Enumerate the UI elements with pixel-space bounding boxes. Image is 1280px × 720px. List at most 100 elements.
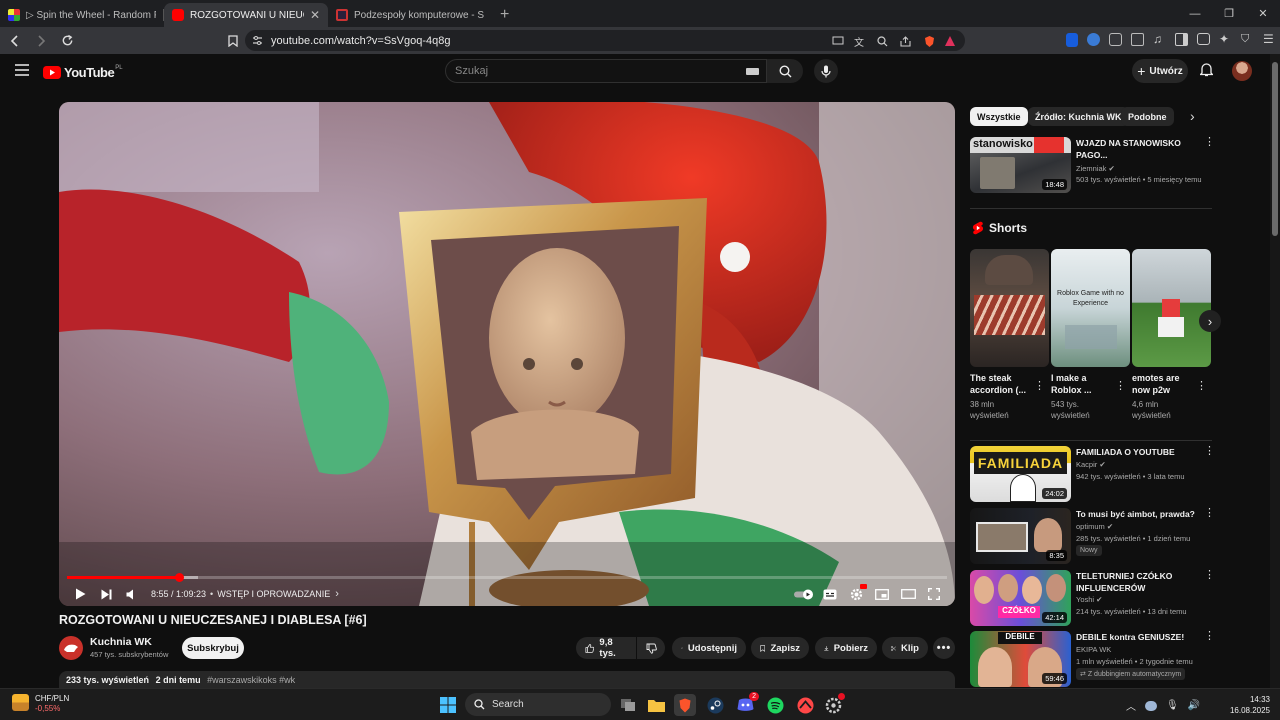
play-icon[interactable] xyxy=(67,584,93,604)
miniplayer-icon[interactable] xyxy=(869,584,895,604)
keyboard-icon[interactable] xyxy=(746,68,759,75)
brave-shield-icon[interactable] xyxy=(921,33,937,49)
like-button[interactable]: 9,8 tys. xyxy=(576,637,636,659)
more-vertical-icon[interactable]: ⋮ xyxy=(1204,137,1215,148)
spotify-icon[interactable] xyxy=(765,695,785,715)
discord-icon[interactable]: 2 xyxy=(735,692,759,715)
short-item[interactable]: The steak accordion (... 38 mln wyświetl… xyxy=(970,249,1049,421)
create-button[interactable]: + Utwórz xyxy=(1132,59,1188,83)
channel-name[interactable]: Yoshi ✔ xyxy=(1076,595,1102,604)
theater-mode-icon[interactable] xyxy=(895,584,921,604)
fullscreen-icon[interactable] xyxy=(921,584,947,604)
video-thumbnail[interactable]: DEBILE 59:46 xyxy=(970,631,1071,687)
list-item[interactable]: stanowisko 18:48 WJAZD NA STANOWISKO PAG… xyxy=(970,137,1215,193)
channel-name[interactable]: optimum ✔ xyxy=(1076,522,1113,531)
task-view-icon[interactable] xyxy=(618,695,638,715)
channel-avatar[interactable] xyxy=(59,636,83,660)
video-thumbnail[interactable]: 8:35 xyxy=(970,508,1071,564)
sidebar-toggle-icon[interactable] xyxy=(1175,33,1188,46)
chapter-title[interactable]: WSTĘP I OPROWADZANIE xyxy=(217,589,330,599)
video-thumbnail[interactable]: FAMILIADA 24:02 xyxy=(970,446,1071,502)
tray-microphone-icon[interactable]: 🎙 xyxy=(1166,700,1179,711)
currency-widget[interactable]: CHF/PLN -0,55% xyxy=(12,694,69,713)
more-actions-button[interactable]: ••• xyxy=(933,637,955,659)
vpn-shield-icon[interactable]: ⛉ xyxy=(1241,33,1254,46)
taskbar-search[interactable]: Search xyxy=(465,693,611,716)
guide-menu-icon[interactable] xyxy=(15,64,29,76)
list-item[interactable]: FAMILIADA 24:02 FAMILIADA O YOUTUBE Kacp… xyxy=(970,446,1215,502)
video-player[interactable]: 8:55 / 1:09:23 • WSTĘP I OPROWADZANIE › xyxy=(59,102,955,606)
subtitles-icon[interactable] xyxy=(817,584,843,604)
browser-tab-components-shop[interactable]: Podzespoły komputerowe - Sklep ko xyxy=(328,3,492,27)
video-title[interactable]: To musi być aimbot, prawda? xyxy=(1076,508,1200,520)
more-vertical-icon[interactable]: ⋮ xyxy=(1204,446,1215,457)
progress-bar[interactable] xyxy=(67,573,947,582)
more-vertical-icon[interactable]: ⋮ xyxy=(1204,508,1215,519)
chip-source-channel[interactable]: Źródło: Kuchnia WK xyxy=(1028,107,1129,126)
cast-icon[interactable] xyxy=(830,33,846,49)
vpn-extension-icon[interactable] xyxy=(1087,33,1100,46)
address-bar[interactable]: youtube.com/watch?v=SsVgoq-4q8g 文 xyxy=(245,30,965,51)
channel-name[interactable]: Ziemniak ✔ xyxy=(1076,164,1115,173)
more-vertical-icon[interactable]: ⋮ xyxy=(1196,379,1207,392)
video-title[interactable]: WJAZD NA STANOWISKO PAGO... xyxy=(1076,137,1200,161)
short-title[interactable]: I make a Roblox ... xyxy=(1051,372,1113,396)
share-page-icon[interactable] xyxy=(897,33,913,49)
music-icon[interactable]: ♫ xyxy=(1153,33,1166,46)
reader-mode-icon[interactable] xyxy=(1131,33,1144,46)
video-thumbnail[interactable]: stanowisko 18:48 xyxy=(970,137,1071,193)
chip-all[interactable]: Wszystkie xyxy=(970,107,1028,126)
bookmark-icon[interactable] xyxy=(222,30,244,52)
menu-icon[interactable]: ☰ xyxy=(1263,33,1276,46)
chapter-chevron-icon[interactable]: › xyxy=(335,588,339,600)
file-explorer-icon[interactable] xyxy=(646,695,666,715)
short-thumbnail[interactable] xyxy=(970,249,1049,367)
next-icon[interactable] xyxy=(93,584,119,604)
hashtags[interactable]: #warszawskikoks #wk xyxy=(207,675,295,685)
save-button[interactable]: Zapisz xyxy=(751,637,809,659)
page-scrollbar[interactable] xyxy=(1270,54,1280,688)
bitwarden-icon[interactable] xyxy=(1066,33,1078,47)
download-button[interactable]: Pobierz xyxy=(815,637,877,659)
reload-icon[interactable] xyxy=(56,30,78,52)
new-tab-icon[interactable]: + xyxy=(500,6,509,24)
browser-tab-spin-wheel[interactable]: ▷ Spin the Wheel - Random Picker - xyxy=(0,3,164,27)
screenshot-extension-icon[interactable] xyxy=(1109,33,1122,46)
settings-gear-icon[interactable] xyxy=(843,584,869,604)
chips-next-chevron-icon[interactable]: › xyxy=(1190,108,1195,124)
more-vertical-icon[interactable]: ⋮ xyxy=(1034,379,1045,392)
scrollbar-thumb[interactable] xyxy=(1272,62,1278,236)
chip-related[interactable]: Podobne xyxy=(1121,107,1174,126)
brave-browser-icon[interactable] xyxy=(674,694,696,716)
restore-icon[interactable]: ❐ xyxy=(1212,7,1246,20)
tray-overflow-chevron-icon[interactable]: ︿ xyxy=(1126,698,1136,713)
ea-app-icon[interactable] xyxy=(795,695,815,715)
settings-app-icon[interactable] xyxy=(823,693,845,715)
short-thumbnail[interactable] xyxy=(1132,249,1211,367)
voice-search-button[interactable] xyxy=(814,59,838,83)
notifications-bell-icon[interactable] xyxy=(1200,62,1213,77)
video-title[interactable]: TELETURNIEJ CZÓŁKO INFLUENCERÓW xyxy=(1076,570,1200,594)
list-item[interactable]: CZÓŁKO 42:14 TELETURNIEJ CZÓŁKO INFLUENC… xyxy=(970,570,1215,626)
minimize-icon[interactable]: — xyxy=(1178,8,1212,20)
leo-ai-icon[interactable]: ✦ xyxy=(1219,33,1232,46)
mute-icon[interactable] xyxy=(119,584,145,604)
zoom-icon[interactable] xyxy=(874,33,890,49)
brave-rewards-icon[interactable] xyxy=(942,33,958,49)
more-vertical-icon[interactable]: ⋮ xyxy=(1204,631,1215,642)
taskbar-clock[interactable]: 14:33 16.08.2025 xyxy=(1230,694,1270,716)
more-vertical-icon[interactable]: ⋮ xyxy=(1204,570,1215,581)
more-vertical-icon[interactable]: ⋮ xyxy=(1115,379,1126,392)
short-thumbnail[interactable]: Roblox Game with no Experience xyxy=(1051,249,1130,367)
browser-tab-youtube[interactable]: ROZGOTOWANI U NIEUCZESANEJ I DIABLESA [#… xyxy=(164,3,328,27)
tray-volume-icon[interactable]: 🔊 xyxy=(1188,700,1200,711)
short-title[interactable]: The steak accordion (... xyxy=(970,372,1032,396)
translate-icon[interactable]: 文 xyxy=(851,33,867,49)
forward-icon[interactable] xyxy=(30,30,52,52)
search-button[interactable] xyxy=(767,59,803,83)
channel-name[interactable]: Kuchnia WK xyxy=(90,636,152,648)
close-window-icon[interactable]: ✕ xyxy=(1246,7,1280,20)
shorts-next-chevron-icon[interactable]: › xyxy=(1199,310,1221,332)
site-settings-icon[interactable] xyxy=(252,35,263,46)
search-input[interactable]: Szukaj xyxy=(445,59,767,83)
